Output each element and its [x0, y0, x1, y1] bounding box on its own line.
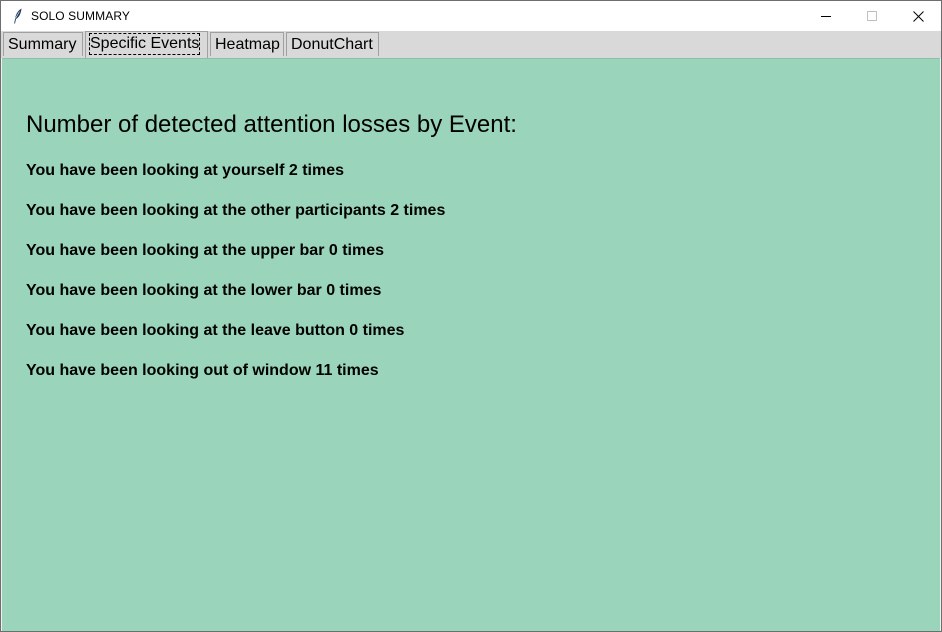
maximize-button[interactable] [849, 1, 895, 31]
panel-heading: Number of detected attention losses by E… [26, 111, 517, 138]
close-button[interactable] [895, 1, 941, 31]
app-window: SOLO SUMMARY Summary Specific Events Hea… [0, 0, 942, 632]
event-line-self: You have been looking at yourself 2 time… [26, 162, 345, 179]
tab-heatmap-label: Heatmap [215, 36, 280, 53]
event-line-lower-bar: You have been looking at the lower bar 0… [26, 282, 382, 299]
tab-summary-label: Summary [8, 36, 77, 53]
tab-donutchart-label: DonutChart [291, 36, 373, 53]
tab-specific-events-label: Specific Events [88, 33, 201, 55]
tab-specific-events[interactable]: Specific Events [85, 31, 208, 58]
tab-bar: Summary Specific Events Heatmap DonutCha… [1, 31, 941, 58]
tab-heatmap[interactable]: Heatmap [210, 32, 284, 56]
feather-icon [11, 8, 25, 24]
tab-summary[interactable]: Summary [3, 32, 83, 56]
close-icon [912, 10, 924, 22]
event-line-participants: You have been looking at the other parti… [26, 202, 446, 219]
event-line-out-of-window: You have been looking out of window 11 t… [26, 362, 379, 379]
event-line-leave-button: You have been looking at the leave butto… [26, 322, 405, 339]
title-bar[interactable]: SOLO SUMMARY [1, 1, 941, 31]
minimize-icon [821, 16, 831, 17]
event-line-upper-bar: You have been looking at the upper bar 0… [26, 242, 384, 259]
maximize-icon [867, 11, 877, 21]
specific-events-panel: Number of detected attention losses by E… [2, 58, 940, 631]
window-controls [803, 1, 941, 31]
tab-donutchart[interactable]: DonutChart [286, 32, 379, 56]
window-title: SOLO SUMMARY [31, 9, 130, 23]
minimize-button[interactable] [803, 1, 849, 31]
